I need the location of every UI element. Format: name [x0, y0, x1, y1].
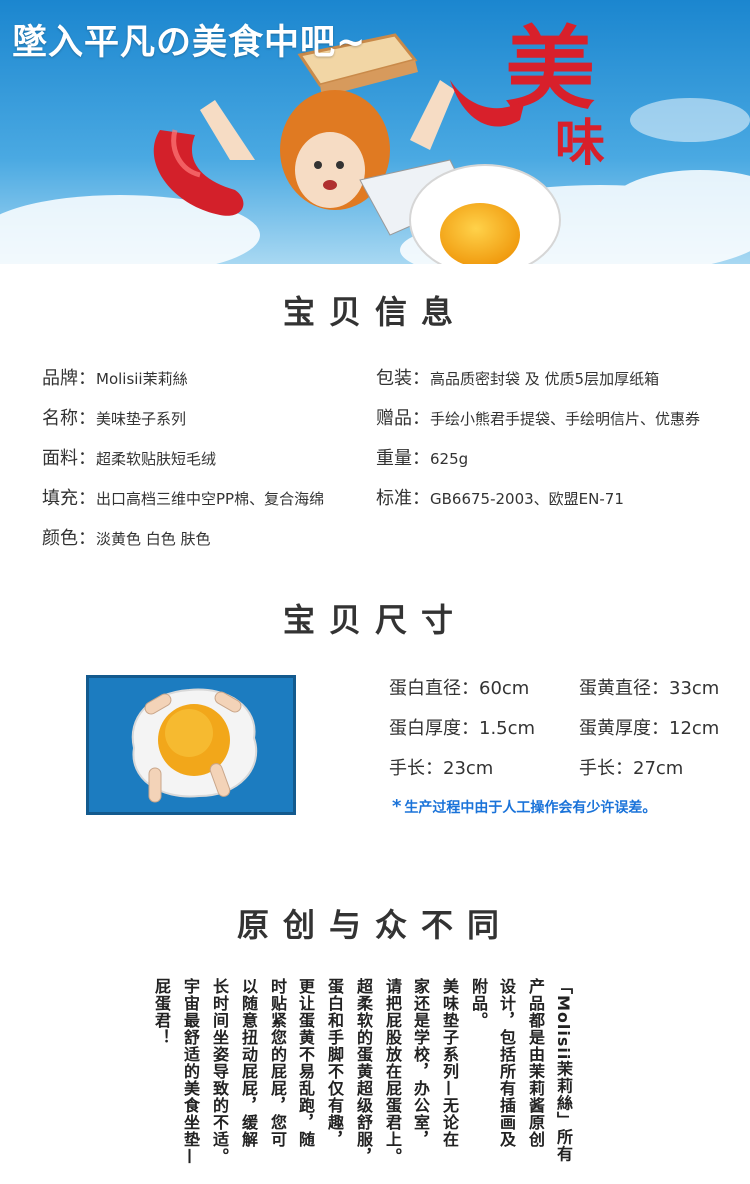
info-item-gift: 赠品：手绘小熊君手提袋、手绘明信片、优惠券 [376, 408, 701, 429]
vertical-line-9: 蛋白和手脚不仅有趣， [325, 978, 344, 1148]
vertical-line-6: 家还是学校，办公室， [411, 978, 430, 1148]
vertical-line-5: 美味垫子系列—无论在 [440, 978, 459, 1148]
spec-hand-length-2: 手长：27cm [579, 758, 684, 779]
info-heading: 宝贝信息 [282, 293, 467, 331]
product-photo [86, 675, 296, 815]
vertical-line-13: 长时间坐姿导致的不适。 [210, 978, 229, 1165]
vertical-line-11: 时贴紧您的屁屁，您可 [268, 978, 287, 1148]
vertical-line-2: 产品都是由茉莉酱原创 [526, 978, 545, 1148]
spec-hand-length-1: 手长：23cm [389, 758, 494, 779]
egg-illustration [409, 164, 561, 264]
vertical-line-15: 屁蛋君！ [152, 978, 171, 1046]
info-item-fabric: 面料：超柔软贴肤短毛绒 [42, 448, 217, 469]
hero-banner: 美 味 墜入平凡の美食中吧~ [0, 0, 750, 264]
spec-egg-white-diameter: 蛋白直径：60cm [389, 678, 530, 699]
info-item-filling: 填充：出口高档三维中空PP棉、复合海绵 [42, 488, 325, 509]
info-item-standard: 标准：GB6675-2003、欧盟EN-71 [376, 488, 624, 509]
vertical-line-8: 超柔软的蛋黄超级舒服， [354, 978, 373, 1165]
spec-yolk-thickness: 蛋黄厚度：12cm [579, 718, 720, 739]
vertical-line-4: 附品。 [469, 978, 488, 1029]
vertical-line-3: 设计，包括所有插画及 [497, 978, 516, 1148]
vertical-line-14: 宇宙最舒适的美食坐垫— [181, 978, 200, 1165]
spec-egg-white-thickness: 蛋白厚度：1.5cm [389, 718, 536, 739]
vertical-line-1: 「Molisii茉莉絲」所有 [554, 978, 573, 1163]
vertical-line-12: 以随意扭动屁屁，缓解 [239, 978, 258, 1148]
info-item-color: 颜色：淡黄色 白色 肤色 [42, 528, 211, 549]
info-item-weight: 重量：625g [376, 448, 469, 469]
original-heading: 原创与众不同 [236, 906, 513, 944]
vertical-line-10: 更让蛋黄不易乱跑，随 [296, 978, 315, 1148]
svg-text:味: 味 [555, 113, 605, 172]
vertical-line-7: 请把屁股放在屁蛋君上。 [383, 978, 402, 1165]
size-heading: 宝贝尺寸 [282, 601, 467, 639]
info-item-packaging: 包装：高品质密封袋 及 优质5层加厚纸箱 [376, 368, 660, 389]
info-item-name: 名称：美味垫子系列 [42, 408, 187, 429]
size-note: * 生产过程中由于人工操作会有少许误差。 [392, 796, 657, 817]
asterisk-icon: * [392, 796, 402, 817]
spec-yolk-diameter: 蛋黄直径：33cm [579, 678, 720, 699]
banner-title: 墜入平凡の美食中吧~ [12, 23, 367, 63]
info-item-brand: 品牌：Molisii茉莉絲 [42, 368, 188, 389]
